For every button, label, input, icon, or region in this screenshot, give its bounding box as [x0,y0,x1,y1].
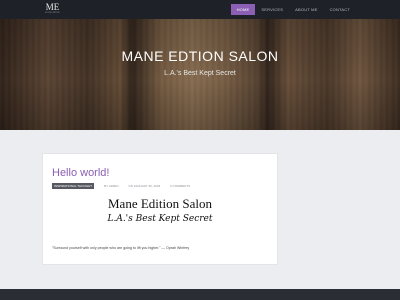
post-title[interactable]: Hello world! [52,167,109,179]
nav-about-me[interactable]: ABOUT ME [289,4,323,15]
post-image-title: Mane Edition Salon [108,196,212,211]
hero-subtitle: L.A.'s Best Kept Secret [164,70,236,77]
nav-services[interactable]: SERVICES [255,4,289,15]
logo-subtext: MANE EDITION [45,12,60,14]
post-image-tagline: L.A.'s Best Kept Secret [107,214,213,224]
post-date[interactable]: ON JANUARY 30, 2018 [128,183,160,189]
category-badge[interactable]: INSPIRATIONAL THOUGHT [52,183,95,189]
nav-contact[interactable]: CONTACT [324,4,356,15]
post-card: Hello world! INSPIRATIONAL THOUGHT BY AD… [42,153,278,265]
hero-title: MANE EDTION SALON [121,48,279,64]
post-quote: "Surround yourself with only people who … [52,246,190,250]
main-nav: HOME SERVICES ABOUT ME CONTACT [230,4,356,15]
footer-bar [0,289,400,300]
post-author[interactable]: BY ADMIN [104,183,118,189]
hero-banner: MANE EDTION SALON L.A.'s Best Kept Secre… [0,19,400,130]
nav-home[interactable]: HOME [230,4,256,15]
post-comments[interactable]: 0 COMMENTS [170,183,190,189]
top-navbar: ME MANE EDITION HOME SERVICES ABOUT ME C… [0,0,400,19]
site-logo[interactable]: ME MANE EDITION [45,2,60,17]
post-meta: INSPIRATIONAL THOUGHT BY ADMIN ON JANUAR… [52,183,190,189]
logo-text: ME [45,2,60,12]
